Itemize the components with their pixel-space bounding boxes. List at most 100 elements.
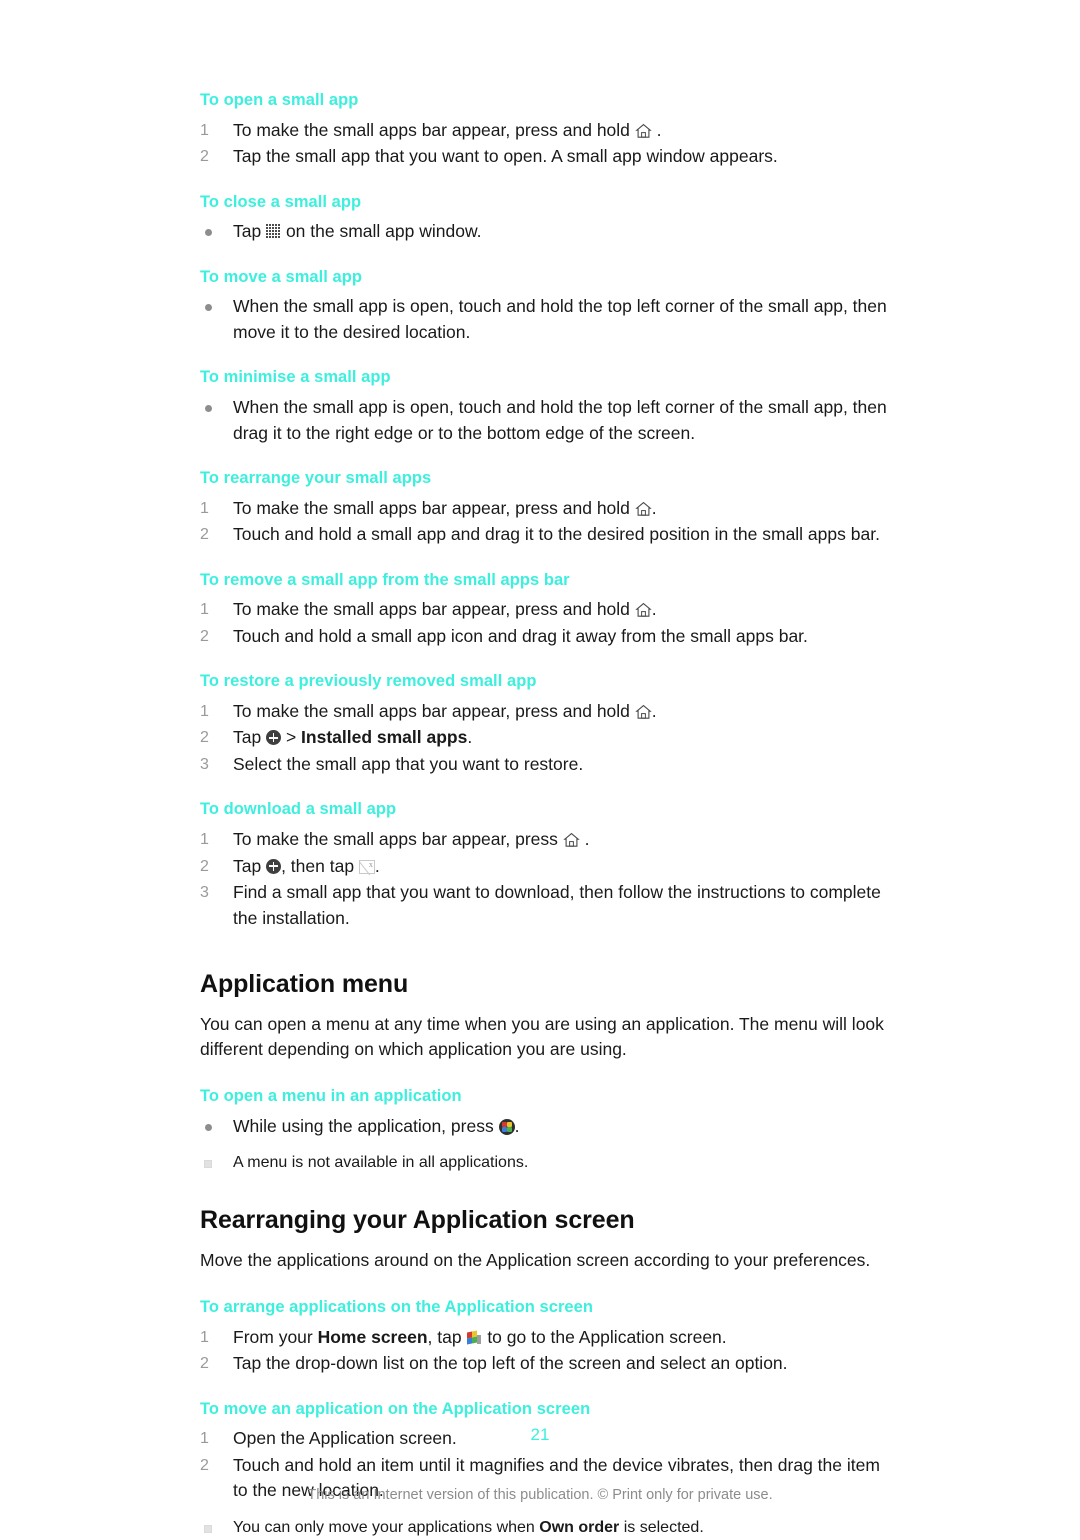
plus-circle-icon — [266, 730, 282, 746]
step-text-mid: > — [281, 727, 302, 748]
footer-note: This is an Internet version of this publ… — [307, 1487, 773, 1503]
home-icon — [635, 499, 652, 516]
step-text: Tap the drop-down list on the top left o… — [233, 1353, 788, 1374]
step-number: 1 — [200, 499, 209, 517]
document-page: To open a small app 1 To make the small … — [0, 0, 1080, 1536]
app-menu-icon — [498, 1118, 515, 1135]
home-icon — [563, 830, 580, 847]
section-remove-small-app: To remove a small app from the small app… — [200, 570, 890, 650]
step-text: When the small app is open, touch and ho… — [233, 397, 887, 443]
note-text: A menu is not available in all applicati… — [233, 1154, 529, 1172]
step-text-tail: . — [651, 119, 662, 140]
paragraph-application-menu: You can open a menu at any time when you… — [200, 1014, 884, 1059]
step-text-tail: to go to the Application screen. — [482, 1326, 727, 1347]
heading-remove-small-app: To remove a small app from the small app… — [200, 570, 570, 589]
heading-close-small-app: To close a small app — [200, 192, 362, 211]
step-number: 1 — [200, 1328, 209, 1346]
step-number: 1 — [200, 702, 209, 720]
step-text-tail: . — [374, 855, 380, 876]
bullet-marker — [205, 229, 212, 237]
step-text: To make the small apps bar appear, press… — [233, 599, 635, 620]
section-close-small-app: To close a small app Tap on the small ap… — [200, 192, 890, 245]
page-number: 21 — [530, 1425, 550, 1444]
step-text: Tap — [233, 855, 267, 876]
step-number: 2 — [200, 526, 209, 544]
bullets-minimise-small-app: When the small app is open, touch and ho… — [200, 395, 890, 446]
list-item: 1 To make the small apps bar appear, pre… — [200, 496, 890, 522]
step-number: 2 — [200, 627, 209, 645]
step-text-tail: . — [514, 1115, 520, 1136]
list-item: While using the application, press . — [200, 1114, 890, 1140]
steps-download-small-app: 1 To make the small apps bar appear, pre… — [200, 827, 890, 931]
note-text-tail: is selected. — [619, 1518, 704, 1536]
list-item: When the small app is open, touch and ho… — [200, 294, 890, 345]
note-text-bold: Own order — [539, 1518, 620, 1536]
heading-download-small-app: To download a small app — [200, 800, 397, 819]
list-item: 1 To make the small apps bar appear, pre… — [200, 699, 890, 725]
section-restore-small-app: To restore a previously removed small ap… — [200, 671, 890, 777]
step-number: 2 — [200, 148, 209, 166]
heading-move-application: To move an application on the Applicatio… — [200, 1399, 591, 1418]
heading-arrange-applications: To arrange applications on the Applicati… — [200, 1298, 594, 1317]
heading-rearrange-small-apps: To rearrange your small apps — [200, 469, 432, 487]
bullet-marker — [205, 405, 212, 412]
grid-icon — [266, 224, 281, 239]
step-text: To make the small apps bar appear, press… — [233, 119, 635, 140]
list-item: When the small app is open, touch and ho… — [200, 395, 890, 446]
heading-application-menu: Application menu — [200, 970, 409, 998]
list-item: 2 Tap the small app that you want to ope… — [200, 144, 890, 170]
step-text: While using the application, press — [233, 1115, 499, 1136]
step-text-mid: , tap — [427, 1326, 467, 1347]
list-item: 3 Find a small app that you want to down… — [200, 880, 890, 931]
bullets-move-small-app: When the small app is open, touch and ho… — [200, 294, 890, 345]
step-text: Tap — [233, 727, 267, 748]
steps-open-small-app: 1 To make the small apps bar appear, pre… — [200, 118, 890, 170]
step-text: Find a small app that you want to downlo… — [233, 882, 881, 928]
step-number: 2 — [200, 857, 209, 875]
step-text-tail: . — [651, 599, 657, 620]
steps-restore-small-app: 1 To make the small apps bar appear, pre… — [200, 699, 890, 778]
note-menu-availability: A menu is not available in all applicati… — [200, 1151, 890, 1175]
note-text: You can only move your applications when — [233, 1518, 540, 1536]
home-icon — [635, 121, 652, 138]
section-open-small-app: To open a small app 1 To make the small … — [200, 90, 890, 170]
step-number: 3 — [200, 755, 209, 773]
list-item: 1 To make the small apps bar appear, pre… — [200, 118, 890, 144]
step-text-tail: . — [467, 727, 473, 748]
list-item: 2 Touch and hold a small app and drag it… — [200, 522, 890, 548]
bullets-close-small-app: Tap on the small app window. — [200, 219, 890, 245]
list-item: 2 Tap > Installed small apps. — [200, 725, 890, 751]
note-own-order: You can only move your applications when… — [200, 1516, 890, 1540]
note-icon — [204, 1524, 212, 1533]
step-number: 1 — [200, 831, 209, 848]
step-text: Select the small app that you want to re… — [233, 753, 584, 774]
heading-open-small-app: To open a small app — [200, 91, 359, 109]
steps-rearrange-small-apps: 1 To make the small apps bar appear, pre… — [200, 496, 890, 548]
step-text: Tap — [233, 221, 267, 242]
section-download-small-app: To download a small app 1 To make the sm… — [200, 799, 890, 931]
step-number: 2 — [200, 729, 209, 747]
list-item: 1 To make the small apps bar appear, pre… — [200, 597, 890, 623]
list-item: 2 Tap , then tap x. — [200, 854, 890, 880]
steps-arrange-applications: 1 From your Home screen, tap to go to th… — [200, 1325, 890, 1377]
step-text: When the small app is open, touch and ho… — [233, 296, 887, 342]
step-text: To make the small apps bar appear, press — [233, 829, 563, 849]
section-move-application: To move an application on the Applicatio… — [200, 1399, 890, 1540]
bullet-marker — [205, 1123, 212, 1131]
step-text-bold: Installed small apps — [301, 727, 468, 748]
step-text: Touch and hold a small app icon and drag… — [233, 625, 808, 646]
step-text-tail: on the small app window. — [281, 221, 482, 242]
step-text: From your — [233, 1326, 318, 1347]
bullets-open-menu: While using the application, press . — [200, 1114, 890, 1140]
broken-image-icon: x — [358, 859, 375, 875]
list-item: 2 Tap the drop-down list on the top left… — [200, 1351, 890, 1377]
section-move-small-app: To move a small app When the small app i… — [200, 267, 890, 346]
list-item: 1 From your Home screen, tap to go to th… — [200, 1325, 890, 1351]
heading-restore-small-app: To restore a previously removed small ap… — [200, 672, 537, 691]
paragraph-rearranging-application-screen: Move the applications around on the Appl… — [200, 1250, 871, 1271]
step-number: 2 — [200, 1456, 209, 1474]
step-text-tail: . — [651, 700, 657, 721]
step-text-mid: , then tap — [281, 855, 359, 876]
heading-move-small-app: To move a small app — [200, 267, 363, 286]
heading-rearranging-application-screen: Rearranging your Application screen — [200, 1206, 635, 1235]
